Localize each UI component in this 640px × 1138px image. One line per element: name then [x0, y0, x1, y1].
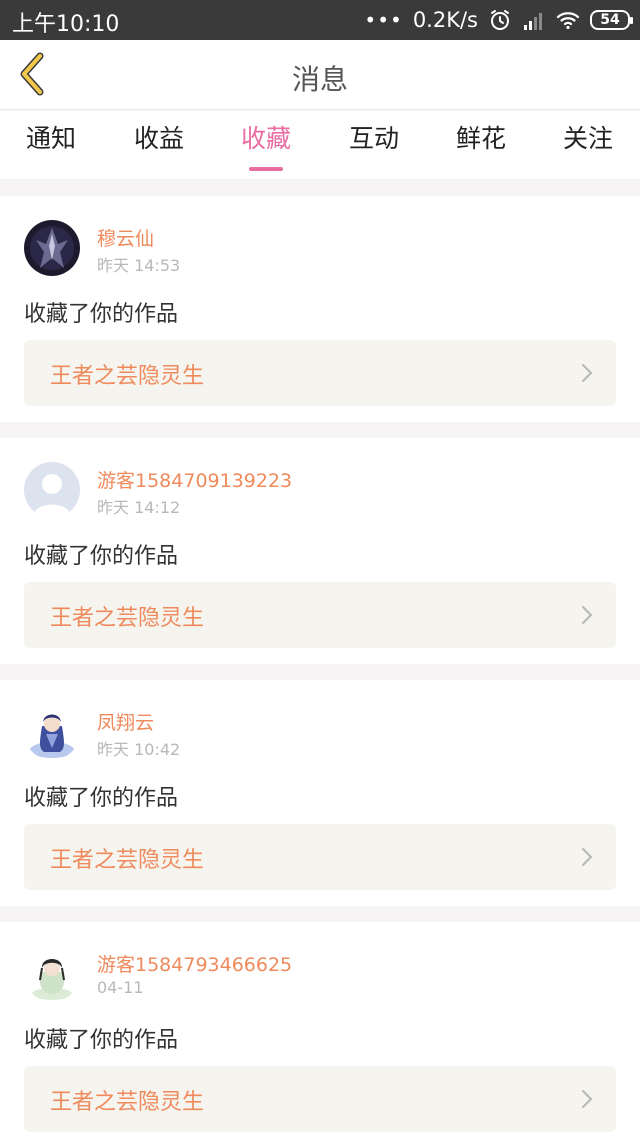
work-title: 王者之芸隐灵生	[50, 364, 205, 389]
tab-notifications[interactable]: 通知	[6, 121, 96, 157]
user-avatar[interactable]	[24, 946, 80, 1002]
message-card: 穆云仙 昨天 14:53 收藏了你的作品 王者之芸隐灵生	[0, 196, 640, 422]
chevron-right-icon	[581, 363, 593, 383]
message-text: 收藏了你的作品	[24, 302, 179, 327]
message-list: 穆云仙 昨天 14:53 收藏了你的作品 王者之芸隐灵生 游客158470913…	[0, 196, 640, 1138]
page-title: 消息	[291, 63, 348, 96]
status-time: 上午10:10	[12, 12, 120, 37]
user-avatar[interactable]	[24, 462, 80, 518]
tab-bar: 通知 收益 收藏 互动 鲜花 关注	[0, 111, 640, 179]
work-link[interactable]: 王者之芸隐灵生	[24, 1066, 616, 1132]
alarm-icon	[491, 10, 509, 30]
message-text: 收藏了你的作品	[24, 544, 179, 569]
message-time: 04-11	[97, 978, 144, 997]
battery-level: 54	[600, 12, 620, 28]
signal-icon	[524, 13, 542, 30]
message-card: 凤翔云 昨天 10:42 收藏了你的作品 王者之芸隐灵生	[0, 680, 640, 906]
more-dots-icon: •••	[364, 8, 403, 32]
tab-flowers[interactable]: 鲜花	[436, 121, 526, 157]
message-card: 游客1584709139223 昨天 14:12 收藏了你的作品 王者之芸隐灵生	[0, 438, 640, 664]
app-header: 消息	[0, 40, 640, 110]
tab-label: 收益	[133, 124, 184, 153]
message-time: 昨天 14:12	[97, 498, 181, 517]
work-link[interactable]: 王者之芸隐灵生	[24, 582, 616, 648]
work-link[interactable]: 王者之芸隐灵生	[24, 340, 616, 406]
tab-label: 关注	[562, 124, 613, 153]
wifi-icon	[556, 12, 580, 30]
message-text: 收藏了你的作品	[24, 1028, 179, 1053]
tab-follows[interactable]: 关注	[543, 121, 633, 157]
chevron-right-icon	[581, 1089, 593, 1109]
status-bar: 上午10:10 ••• 0.2K/s 54	[0, 0, 640, 40]
tab-label: 收藏	[240, 124, 291, 153]
battery-icon: 54	[590, 10, 633, 30]
tab-label: 互动	[348, 124, 399, 153]
user-avatar[interactable]	[24, 220, 80, 276]
message-text: 收藏了你的作品	[24, 786, 179, 811]
message-time: 昨天 14:53	[97, 256, 181, 275]
tab-earnings[interactable]: 收益	[114, 121, 204, 157]
tab-interactions[interactable]: 互动	[329, 121, 419, 157]
chevron-right-icon	[581, 847, 593, 867]
tab-favorites[interactable]: 收藏	[221, 121, 311, 171]
user-name[interactable]: 穆云仙	[97, 224, 154, 251]
work-link[interactable]: 王者之芸隐灵生	[24, 824, 616, 890]
message-card: 游客1584793466625 04-11 收藏了你的作品 王者之芸隐灵生	[0, 922, 640, 1138]
work-title: 王者之芸隐灵生	[50, 606, 205, 631]
work-title: 王者之芸隐灵生	[50, 848, 205, 873]
message-time: 昨天 10:42	[97, 740, 181, 759]
user-name[interactable]: 游客1584709139223	[97, 466, 292, 493]
tab-label: 通知	[25, 124, 76, 153]
work-title: 王者之芸隐灵生	[50, 1090, 205, 1115]
user-name[interactable]: 游客1584793466625	[97, 950, 292, 977]
user-name[interactable]: 凤翔云	[97, 708, 154, 735]
status-indicators: ••• 0.2K/s 54	[364, 5, 633, 35]
chevron-right-icon	[581, 605, 593, 625]
tab-label: 鲜花	[455, 124, 506, 153]
user-avatar[interactable]	[24, 704, 80, 760]
active-tab-indicator	[249, 167, 283, 171]
network-speed: 0.2K/s	[412, 8, 478, 32]
